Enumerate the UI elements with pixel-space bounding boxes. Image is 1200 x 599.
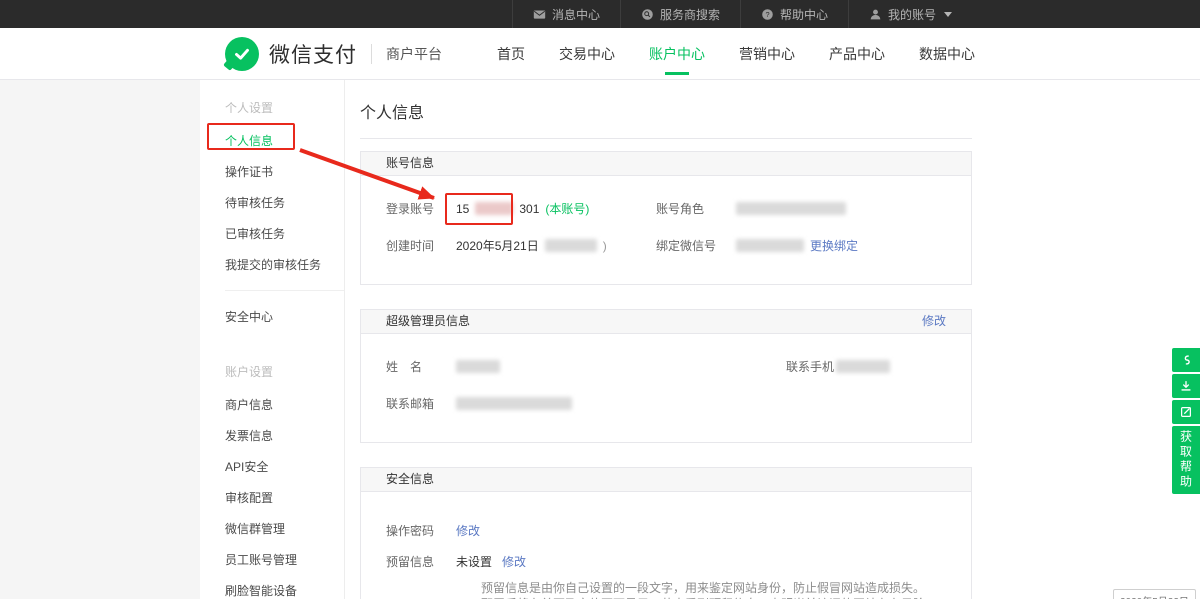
redacted-admin-name bbox=[456, 360, 500, 373]
mail-icon bbox=[533, 8, 546, 21]
sidebar-item-reviewed-tasks[interactable]: 已审核任务 bbox=[200, 218, 344, 249]
redacted-contact-email bbox=[456, 397, 572, 410]
topbar-item-label: 服务商搜索 bbox=[660, 6, 720, 23]
sidebar-item-api-security[interactable]: API安全 bbox=[200, 451, 344, 482]
redacted-created-time bbox=[545, 239, 597, 252]
floating-help-bar: 获取帮助 bbox=[1172, 348, 1200, 494]
sidebar-divider bbox=[225, 290, 344, 291]
sidebar: 个人设置 个人信息 操作证书 待审核任务 已审核任务 我提交的审核任务 安全中心… bbox=[200, 80, 345, 599]
nav-transaction-center[interactable]: 交易中心 bbox=[559, 44, 615, 64]
account-info-card-header: 账号信息 bbox=[361, 152, 971, 176]
card-title: 安全信息 bbox=[386, 468, 434, 491]
topbar-item-label: 消息中心 bbox=[552, 6, 600, 23]
nav-product-center[interactable]: 产品中心 bbox=[829, 44, 885, 64]
nav-marketing-center[interactable]: 营销中心 bbox=[739, 44, 795, 64]
main-nav: 首页 交易中心 账户中心 营销中心 产品中心 数据中心 bbox=[497, 44, 975, 64]
brand-separator bbox=[371, 44, 372, 64]
sidebar-item-invoice-info[interactable]: 发票信息 bbox=[200, 420, 344, 451]
brand-name: 微信支付 bbox=[269, 39, 357, 69]
sidebar-item-security-center[interactable]: 安全中心 bbox=[200, 301, 344, 332]
contact-phone-label: 联系手机 bbox=[786, 358, 836, 375]
security-info-card: 安全信息 操作密码 修改 预留信息 未设置 修改 预留 bbox=[360, 467, 972, 599]
link-icon bbox=[1179, 353, 1193, 367]
sidebar-item-pending-review-tasks[interactable]: 待审核任务 bbox=[200, 187, 344, 218]
contact-email-label: 联系邮箱 bbox=[386, 395, 456, 412]
admin-name-label: 姓 名 bbox=[386, 358, 456, 375]
brand-subtitle: 商户平台 bbox=[386, 44, 442, 64]
date-tooltip: 2020年5月22日 bbox=[1113, 589, 1196, 599]
edit-icon bbox=[1179, 405, 1193, 419]
nav-home[interactable]: 首页 bbox=[497, 44, 525, 64]
reserved-modify-link[interactable]: 修改 bbox=[502, 553, 526, 570]
sidebar-item-merchant-info[interactable]: 商户信息 bbox=[200, 389, 344, 420]
topbar-item-label: 帮助中心 bbox=[780, 6, 828, 23]
get-help-button[interactable]: 获取帮助 bbox=[1172, 426, 1200, 494]
user-icon bbox=[869, 8, 882, 21]
sidebar-item-operation-certificate[interactable]: 操作证书 bbox=[200, 156, 344, 187]
created-time-label: 创建时间 bbox=[386, 237, 456, 254]
sidebar-item-my-submitted-tasks[interactable]: 我提交的审核任务 bbox=[200, 249, 344, 280]
login-account-value: 15301 (本账号) bbox=[456, 200, 589, 217]
created-time-value: 2020年5月21日) bbox=[456, 237, 607, 254]
sidebar-item-personal-info[interactable]: 个人信息 bbox=[200, 125, 344, 156]
topbar-service-provider-search[interactable]: 服务商搜索 bbox=[620, 0, 740, 28]
topbar-my-account[interactable]: 我的账号 bbox=[848, 0, 972, 28]
wechat-pay-logo-icon bbox=[225, 37, 259, 71]
sidebar-item-staff-account-management[interactable]: 员工账号管理 bbox=[200, 544, 344, 575]
login-account-label: 登录账号 bbox=[386, 200, 456, 217]
admin-modify-link[interactable]: 修改 bbox=[922, 310, 946, 333]
float-link-button[interactable] bbox=[1172, 348, 1200, 372]
current-account-tag: (本账号) bbox=[545, 200, 589, 217]
wechat-pay-logo[interactable]: 微信支付 商户平台 bbox=[225, 37, 442, 71]
sidebar-item-review-config[interactable]: 审核配置 bbox=[200, 482, 344, 513]
svg-text:?: ? bbox=[765, 10, 769, 19]
account-role-label: 账号角色 bbox=[656, 200, 736, 217]
change-binding-link[interactable]: 更换绑定 bbox=[810, 237, 858, 254]
redacted-login-account bbox=[475, 202, 513, 215]
download-icon bbox=[1179, 379, 1193, 393]
redacted-contact-phone bbox=[836, 360, 890, 373]
reserved-info-description: 预留信息是由你自己设置的一段文字，用来鉴定网站身份，防止假冒网站造成损失。 配置… bbox=[481, 581, 946, 599]
main-content: 个人信息 账号信息 登录账号 15301 (本账号) 账号角色 bbox=[360, 80, 972, 599]
float-edit-button[interactable] bbox=[1172, 400, 1200, 424]
super-admin-card: 超级管理员信息 修改 姓 名 联系手机 联系邮箱 bbox=[360, 309, 972, 443]
sidebar-item-face-smart-device[interactable]: 刷脸智能设备 bbox=[200, 575, 344, 599]
reserved-info-value: 未设置 bbox=[456, 553, 492, 570]
card-title: 账号信息 bbox=[386, 152, 434, 175]
sidebar-section-personal-settings: 个人设置 bbox=[200, 90, 344, 125]
nav-data-center[interactable]: 数据中心 bbox=[919, 44, 975, 64]
security-info-card-header: 安全信息 bbox=[361, 468, 971, 492]
reserved-info-label: 预留信息 bbox=[386, 553, 456, 570]
redacted-account-role bbox=[736, 202, 846, 215]
nav-account-center[interactable]: 账户中心 bbox=[649, 44, 705, 64]
sidebar-item-wechat-group-management[interactable]: 微信群管理 bbox=[200, 513, 344, 544]
super-admin-card-header: 超级管理员信息 修改 bbox=[361, 310, 971, 334]
question-circle-icon: ? bbox=[761, 8, 774, 21]
search-circle-icon bbox=[641, 8, 654, 21]
topbar-help-center[interactable]: ? 帮助中心 bbox=[740, 0, 848, 28]
float-download-button[interactable] bbox=[1172, 374, 1200, 398]
left-gutter bbox=[0, 80, 200, 599]
page-body: 个人设置 个人信息 操作证书 待审核任务 已审核任务 我提交的审核任务 安全中心… bbox=[0, 80, 1200, 599]
operation-password-label: 操作密码 bbox=[386, 522, 456, 539]
account-info-card: 账号信息 登录账号 15301 (本账号) 账号角色 bbox=[360, 151, 972, 285]
header: 微信支付 商户平台 首页 交易中心 账户中心 营销中心 产品中心 数据中心 bbox=[0, 28, 1200, 80]
topbar-message-center[interactable]: 消息中心 bbox=[512, 0, 620, 28]
redacted-bound-wechat bbox=[736, 239, 804, 252]
topbar-item-label: 我的账号 bbox=[888, 6, 936, 23]
chevron-down-icon bbox=[944, 12, 952, 17]
topbar: 消息中心 服务商搜索 ? 帮助中心 我的账号 bbox=[0, 0, 1200, 28]
card-title: 超级管理员信息 bbox=[386, 310, 470, 333]
sidebar-section-account-settings: 账户设置 bbox=[200, 354, 344, 389]
password-modify-link[interactable]: 修改 bbox=[456, 522, 480, 539]
page-title: 个人信息 bbox=[360, 80, 972, 139]
bound-wechat-label: 绑定微信号 bbox=[656, 237, 736, 254]
